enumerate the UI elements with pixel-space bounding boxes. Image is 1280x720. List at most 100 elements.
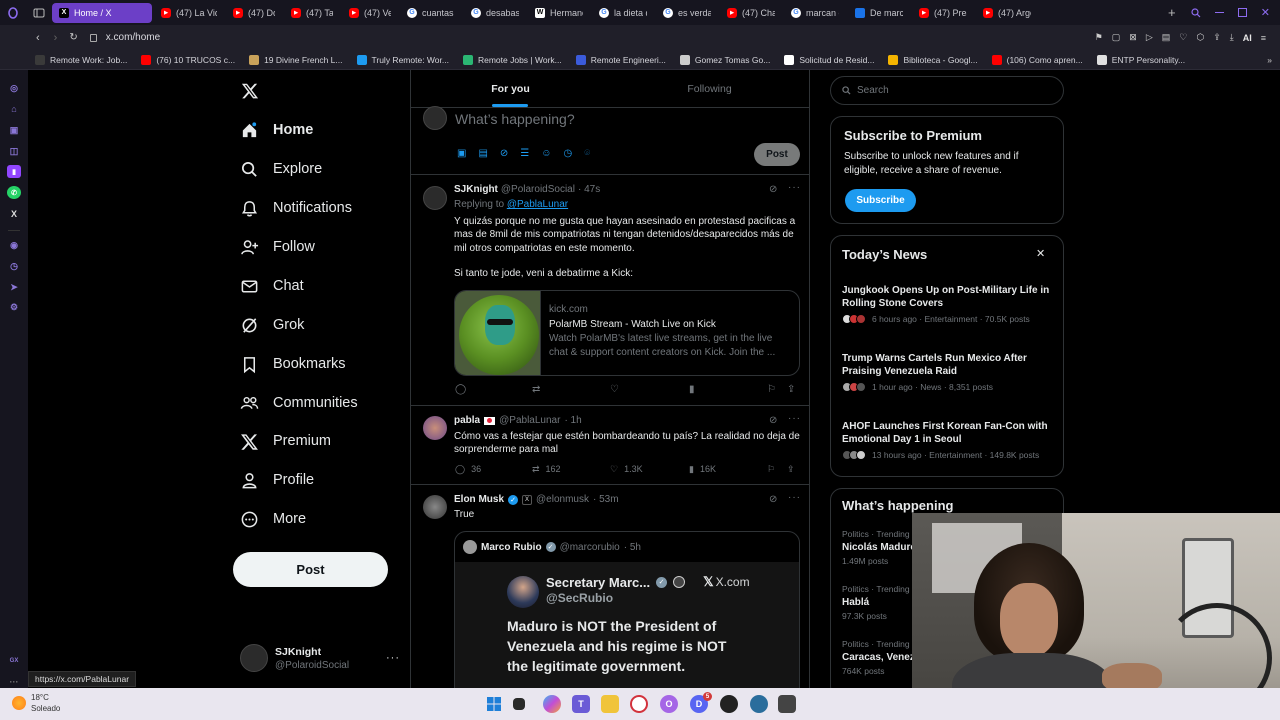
tweet-more-icon[interactable]: ··· <box>788 182 801 193</box>
bookmark-item[interactable]: (76) 10 TRUCOS c... <box>134 54 242 65</box>
tweet-author-handle[interactable]: @PolaroidSocial <box>501 184 575 195</box>
tweet-more-icon[interactable]: ··· <box>788 413 801 424</box>
tweet-avatar[interactable] <box>423 416 447 440</box>
views-button[interactable]: ▮ 16K <box>689 464 716 475</box>
browser-tab[interactable]: Ges verdad e <box>656 3 718 23</box>
news-item[interactable]: AHOF Launches First Korean Fan-Con with … <box>842 420 1057 476</box>
nav-item-follow[interactable]: Follow <box>240 232 315 262</box>
schedule-icon[interactable]: ◷ <box>563 148 572 159</box>
bookmark-page-icon[interactable]: ⚑ <box>1095 32 1103 43</box>
tweet[interactable]: pabla @PablaLunar · 1h ⊘ ··· Cómo vas a … <box>411 407 809 485</box>
grok-compose-icon[interactable]: ⊘ <box>500 148 508 159</box>
maximize-window-icon[interactable] <box>1237 8 1247 17</box>
whatsapp-icon[interactable]: ✆ <box>7 186 21 200</box>
minimize-window-icon[interactable] <box>1214 12 1224 13</box>
location-icon[interactable]: ⌾ <box>584 148 590 159</box>
browser-tab[interactable]: ▶ (47) Dos m <box>226 3 282 23</box>
tab-for-you[interactable]: For you <box>411 70 610 107</box>
repost-button[interactable]: ⇄ 162 <box>532 464 561 475</box>
search-tabs-icon[interactable] <box>1191 7 1201 18</box>
close-icon[interactable]: ✕ <box>1036 247 1045 260</box>
link-card[interactable]: kick.com PolarMB Stream - Watch Live on … <box>454 290 800 376</box>
obs-icon[interactable] <box>720 695 738 713</box>
account-more-icon[interactable]: ··· <box>386 652 400 664</box>
tweet-time[interactable]: · 47s <box>578 184 600 195</box>
news-item[interactable]: Trump Warns Cartels Run Mexico After Pra… <box>842 352 1057 420</box>
reply-button[interactable]: ◯ 36 <box>455 464 481 475</box>
nav-item-home[interactable]: Home <box>240 115 313 145</box>
grok-explain-icon[interactable]: ⊘ <box>769 494 777 505</box>
bookmark-item[interactable]: Remote Engineeri... <box>569 54 673 65</box>
instagram-icon[interactable]: ◫ <box>7 145 21 158</box>
emoji-icon[interactable]: ☺ <box>541 148 551 159</box>
opera-logo-icon[interactable] <box>0 0 26 25</box>
messenger-icon[interactable]: ▣ <box>7 124 21 137</box>
tweet[interactable]: Elon Musk ✓ X @elonmusk · 53m ⊘ ··· True… <box>411 486 809 688</box>
browser-tab[interactable]: De marcar <box>848 3 910 23</box>
tweet-author-name[interactable]: pabla <box>454 415 480 426</box>
teams-icon[interactable]: T <box>572 695 590 713</box>
nav-item-premium[interactable]: Premium <box>240 426 331 456</box>
task-view-icon[interactable] <box>513 698 525 710</box>
extensions-icon[interactable]: ⬡ <box>1196 32 1204 43</box>
bookmark-item[interactable]: 19 Divine French L... <box>242 54 349 65</box>
new-tab-button[interactable]: + <box>1163 5 1181 20</box>
grok-explain-icon[interactable]: ⊘ <box>769 415 777 426</box>
close-window-icon[interactable]: ✕ <box>1261 6 1270 19</box>
tweet-time[interactable]: · 1h <box>564 415 581 426</box>
aria-icon[interactable]: AI <box>1243 33 1252 43</box>
music-icon[interactable]: ◉ <box>7 239 21 252</box>
tweet-more-icon[interactable]: ··· <box>788 492 801 503</box>
news-item[interactable]: Jungkook Opens Up on Post-Military Life … <box>842 284 1057 352</box>
bookmark-item[interactable]: Truly Remote: Wor... <box>350 54 456 65</box>
bookmark-item[interactable]: Solicitud de Resid... <box>777 54 881 65</box>
tweet-time[interactable]: · 53m <box>593 494 619 505</box>
history-icon[interactable]: ◷ <box>7 260 21 273</box>
discord-icon[interactable]: D5 <box>690 692 712 713</box>
start-icon[interactable] <box>485 695 503 713</box>
bookmark-item[interactable]: ENTP Personality... <box>1090 54 1192 65</box>
reply-icon[interactable]: ◯ <box>455 384 466 395</box>
reply-to-link[interactable]: @PablaLunar <box>507 199 568 210</box>
bookmarks-overflow-icon[interactable]: » <box>1259 55 1280 65</box>
browser-tab[interactable]: ▶ (47) Presid <box>912 3 974 23</box>
bookmark-tweet-icon[interactable]: ⚐ <box>767 384 776 395</box>
subscribe-button[interactable]: Subscribe <box>845 189 916 212</box>
back-icon[interactable]: ‹ <box>36 32 40 44</box>
like-icon[interactable]: ♡ <box>610 384 619 395</box>
pinboard-icon[interactable]: ▤ <box>1162 32 1171 43</box>
snapshot-icon[interactable]: ▢ <box>1112 32 1121 43</box>
x-sidebar-icon[interactable]: X <box>7 207 21 220</box>
calculator-icon[interactable] <box>778 695 796 713</box>
tweet[interactable]: SJKnight @PolaroidSocial · 47s ⊘ ··· Rep… <box>411 176 809 406</box>
forward-icon[interactable]: › <box>54 32 58 44</box>
browser-tab[interactable]: ▶ (47) La Vid <box>154 3 224 23</box>
share-tweet-icon[interactable]: ⇪ <box>787 384 795 395</box>
opera-icon[interactable]: O <box>660 695 678 713</box>
vpn-icon[interactable]: ⊠ <box>1129 32 1137 43</box>
tweet-author-name[interactable]: SJKnight <box>454 184 498 195</box>
bookmark-item[interactable]: Remote Jobs | Work... <box>456 54 569 65</box>
download-icon[interactable]: ⤓ <box>1230 32 1234 43</box>
browser-tab[interactable]: ▶ (47) Tanqu <box>284 3 340 23</box>
twitch-icon[interactable]: ▮ <box>7 165 21 179</box>
settings-icon[interactable]: ⚙ <box>7 302 21 315</box>
nav-post-button[interactable]: Post <box>233 552 388 587</box>
reload-icon[interactable]: ↻ <box>69 32 77 43</box>
share-icon[interactable]: ⇪ <box>1213 32 1221 43</box>
file-explorer-icon[interactable] <box>601 695 619 713</box>
bookmark-item[interactable]: Gomez Tomas Go... <box>673 54 777 65</box>
tweet-author-handle[interactable]: @PablaLunar <box>499 415 560 426</box>
nav-item-chat[interactable]: Chat <box>240 271 304 301</box>
gif-icon[interactable]: ▤ <box>478 148 487 159</box>
tab-active[interactable]: X Home / X <box>52 2 152 23</box>
aria-sidebar-icon[interactable]: ◎ <box>7 82 21 95</box>
opera-gx-icon[interactable] <box>630 695 648 713</box>
poll-icon[interactable]: ☰ <box>520 148 529 159</box>
weather-widget[interactable]: 18°C Soleado <box>12 692 60 714</box>
account-switcher[interactable]: SJKnight @PolaroidSocial ··· <box>240 642 400 674</box>
tweet-avatar[interactable] <box>423 186 447 210</box>
nav-item-more[interactable]: More <box>240 504 306 534</box>
nav-item-grok[interactable]: Grok <box>240 310 304 340</box>
tab-following[interactable]: Following <box>610 70 809 107</box>
